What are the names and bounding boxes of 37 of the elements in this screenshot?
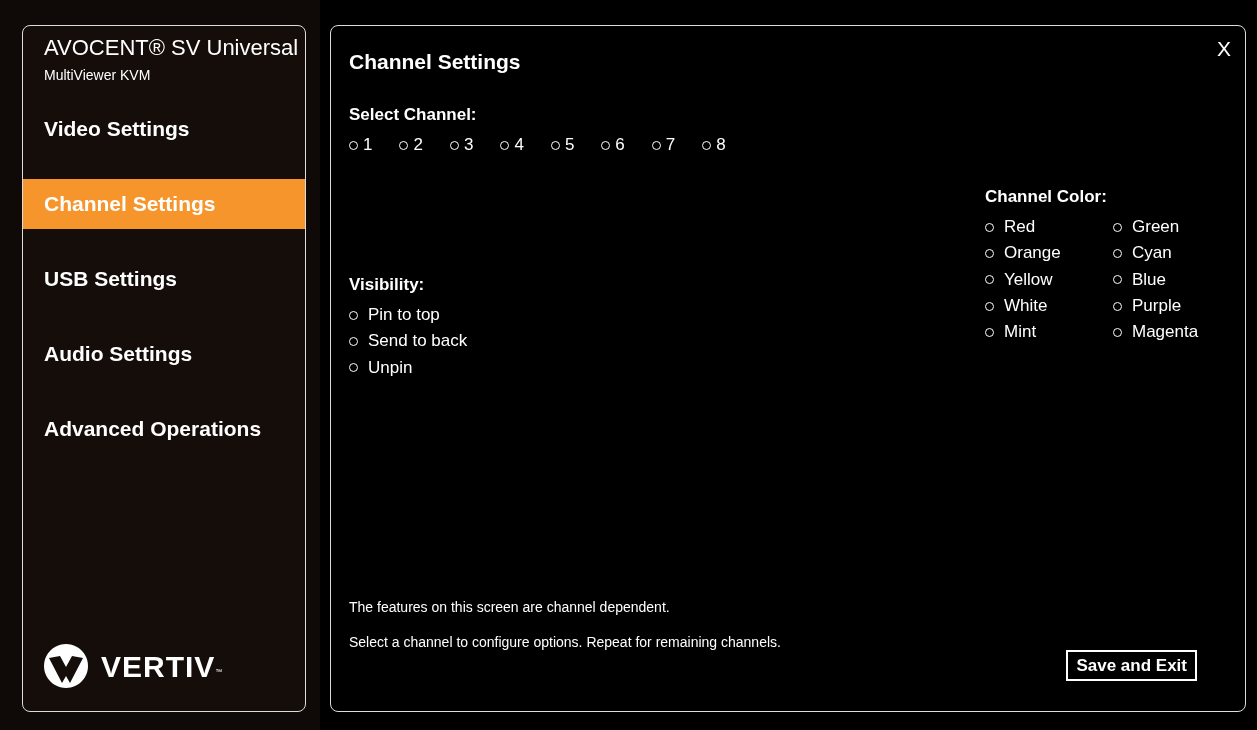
sidebar-item[interactable]: Advanced Operations [23,404,305,455]
radio-option[interactable]: 1 [349,132,373,159]
radio-option[interactable]: Purple [1113,292,1223,320]
radio-option[interactable]: Mint [985,319,1113,346]
logo-icon [43,643,89,689]
info-text: The features on this screen are channel dependent. [349,598,671,617]
radio-option[interactable]: Cyan [1113,240,1223,267]
section-label: Channel Color: [985,186,1108,209]
sidebar-item[interactable]: Audio Settings [23,329,305,380]
sidebar-item[interactable]: Video Settings [23,104,305,155]
info-text: Select a channel to configure options. Repeat for remaining channels. [349,633,781,652]
save-and-exit-button[interactable]: Save and Exit [1066,649,1197,681]
section-label: Visibility: [349,274,426,297]
radio-option[interactable]: Red [985,213,1113,241]
radio-option[interactable]: Orange [985,240,1113,267]
radio-option[interactable]: Send to back [349,328,468,355]
radio-option[interactable]: Green [1113,213,1223,241]
radio-option[interactable]: White [985,292,1113,320]
radio-option[interactable]: 2 [399,132,423,159]
section-label: Select Channel: [349,103,478,126]
panel-title: Channel Settings [349,49,521,75]
close-button[interactable]: X [1217,38,1231,59]
radio-option[interactable]: Yellow [985,266,1113,293]
radio-option[interactable]: Magenta [1113,319,1223,346]
radio-option[interactable]: Blue [1113,266,1223,293]
radio-option[interactable]: 7 [651,132,676,159]
sidebar-item[interactable]: USB Settings [23,254,305,305]
radio-option[interactable]: Unpin [349,354,468,381]
logo-text: VERTIV [101,648,216,685]
radio-option[interactable]: Pin to top [349,301,468,329]
product-title: AVOCENT® SV Universal [43,34,300,61]
product-subtitle: MultiViewer KVM [43,66,152,86]
radio-option[interactable]: 5 [550,132,575,159]
radio-option[interactable]: 6 [601,132,625,159]
radio-option[interactable]: 8 [702,132,726,159]
radio-option[interactable]: 4 [500,132,524,159]
radio-option[interactable]: 3 [449,132,474,159]
